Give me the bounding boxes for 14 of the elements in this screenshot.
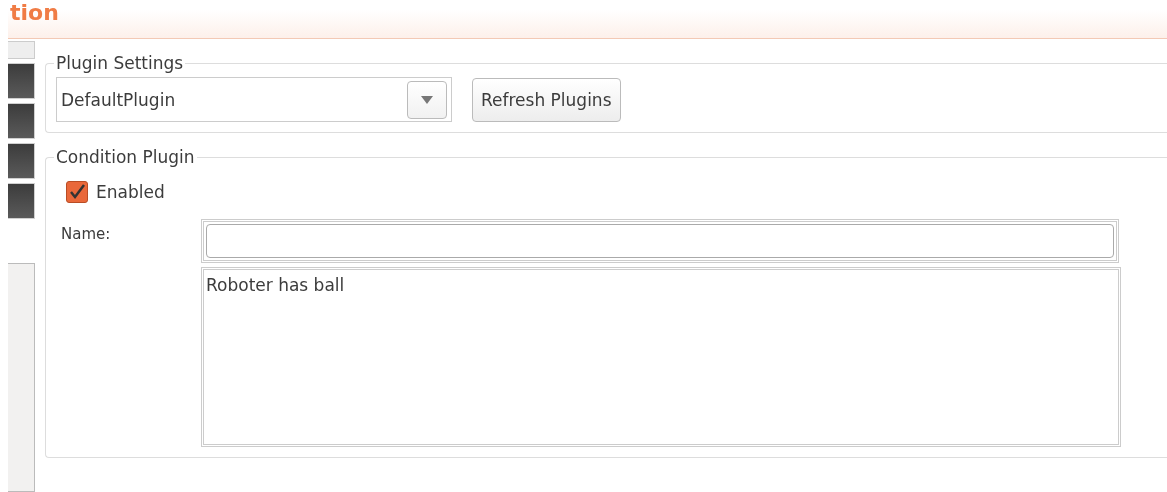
plugin-dropdown[interactable]: DefaultPlugin — [56, 77, 452, 122]
enabled-checkbox[interactable] — [66, 181, 88, 203]
side-button[interactable] — [8, 63, 35, 99]
refresh-plugins-button[interactable]: Refresh Plugins — [472, 77, 621, 122]
side-button[interactable] — [8, 103, 35, 139]
field-label: Name: — [60, 224, 112, 245]
description-text-area[interactable]: Roboter has ball — [201, 267, 1121, 447]
checkbox-label: Enabled — [96, 182, 165, 202]
group-title: Plugin Settings — [55, 53, 185, 73]
group-title: Condition Plugin — [55, 147, 196, 167]
page-title: tion — [10, 2, 59, 24]
side-button[interactable] — [8, 143, 35, 179]
dropdown-arrow-icon — [421, 95, 433, 104]
side-button[interactable] — [8, 183, 35, 219]
